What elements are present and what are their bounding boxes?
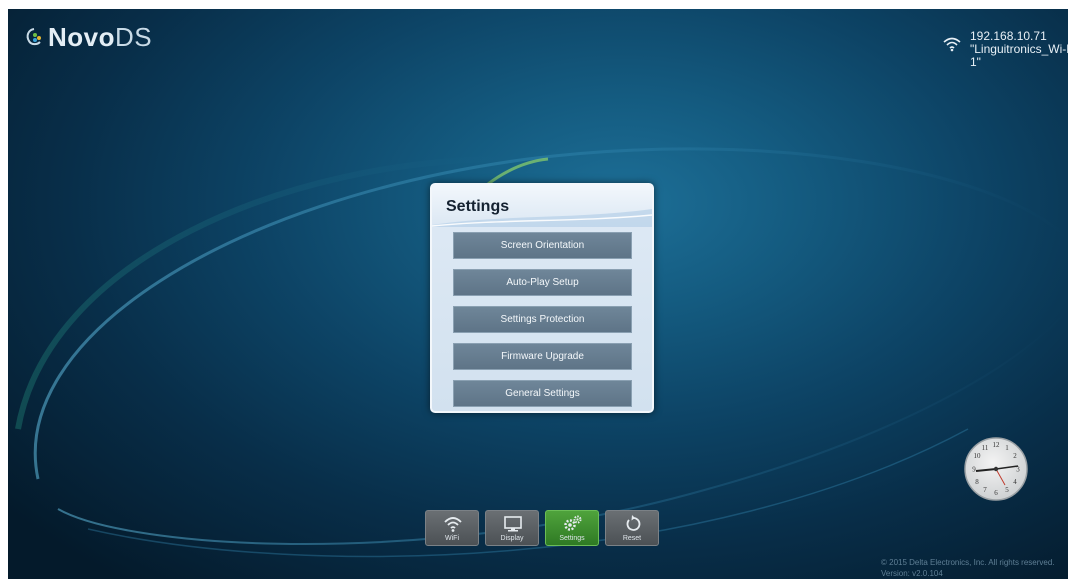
dialog-header: Settings (432, 185, 652, 227)
desktop-screen: NovoDS 192.168.10.71 "Linguitronics_Wi-F… (8, 9, 1068, 579)
wifi-button[interactable]: WiFi (425, 510, 479, 546)
wifi-icon (943, 37, 961, 52)
clock-number: 8 (975, 478, 979, 486)
monitor-icon (504, 516, 522, 532)
clock-number: 1 (1005, 444, 1009, 452)
settings-button[interactable]: Settings (545, 510, 599, 546)
logo-text: NovoDS (48, 22, 153, 52)
analog-clock: 12 1 2 3 4 5 6 7 8 9 10 11 (964, 437, 1028, 501)
clock-number: 7 (983, 486, 987, 494)
logo-mark-icon (26, 28, 41, 46)
wifi-button-label: WiFi (445, 535, 459, 542)
dialog-title: Settings (446, 198, 510, 215)
reset-button[interactable]: Reset (605, 510, 659, 546)
clock-number: 4 (1013, 478, 1017, 486)
settings-dialog: Settings Screen Orientation Auto-Play Se… (430, 183, 654, 413)
novods-logo: NovoDS (24, 22, 152, 52)
menu-item-settings-protection[interactable]: Settings Protection (453, 306, 632, 333)
menu-item-auto-play-setup[interactable]: Auto-Play Setup (453, 269, 632, 296)
menu-item-firmware-upgrade[interactable]: Firmware Upgrade (453, 343, 632, 370)
wifi-icon (444, 517, 462, 532)
display-button-label: Display (500, 535, 524, 542)
network-status: 192.168.10.71 "Linguitronics_Wi-Fi 1" (942, 30, 1068, 69)
clock-number: 10 (974, 452, 982, 460)
ssid-line-2: 1" (970, 55, 981, 69)
clock-number: 5 (1005, 486, 1009, 494)
clock-number: 12 (993, 441, 1001, 449)
clock-number: 2 (1013, 452, 1017, 460)
menu-item-general-settings[interactable]: General Settings (453, 380, 632, 407)
clock-number: 11 (982, 444, 989, 452)
clock-number: 9 (972, 466, 976, 474)
ssid-line-1: "Linguitronics_Wi-Fi (970, 42, 1068, 56)
version-text: Version: v2.0.104 (881, 569, 943, 578)
clock-number: 6 (994, 489, 998, 497)
reset-button-label: Reset (622, 535, 642, 542)
reset-icon (626, 515, 641, 531)
bottom-dock: WiFi Display Settings Reset (425, 510, 659, 546)
display-button[interactable]: Display (485, 510, 539, 546)
copyright-text: © 2015 Delta Electronics, Inc. All right… (881, 558, 1055, 567)
footer-info: © 2015 Delta Electronics, Inc. All right… (881, 557, 1055, 579)
menu-item-screen-orientation[interactable]: Screen Orientation (453, 232, 632, 259)
settings-button-label: Settings (559, 535, 585, 542)
settings-menu: Screen Orientation Auto-Play Setup Setti… (453, 232, 632, 411)
gears-icon (564, 515, 582, 531)
